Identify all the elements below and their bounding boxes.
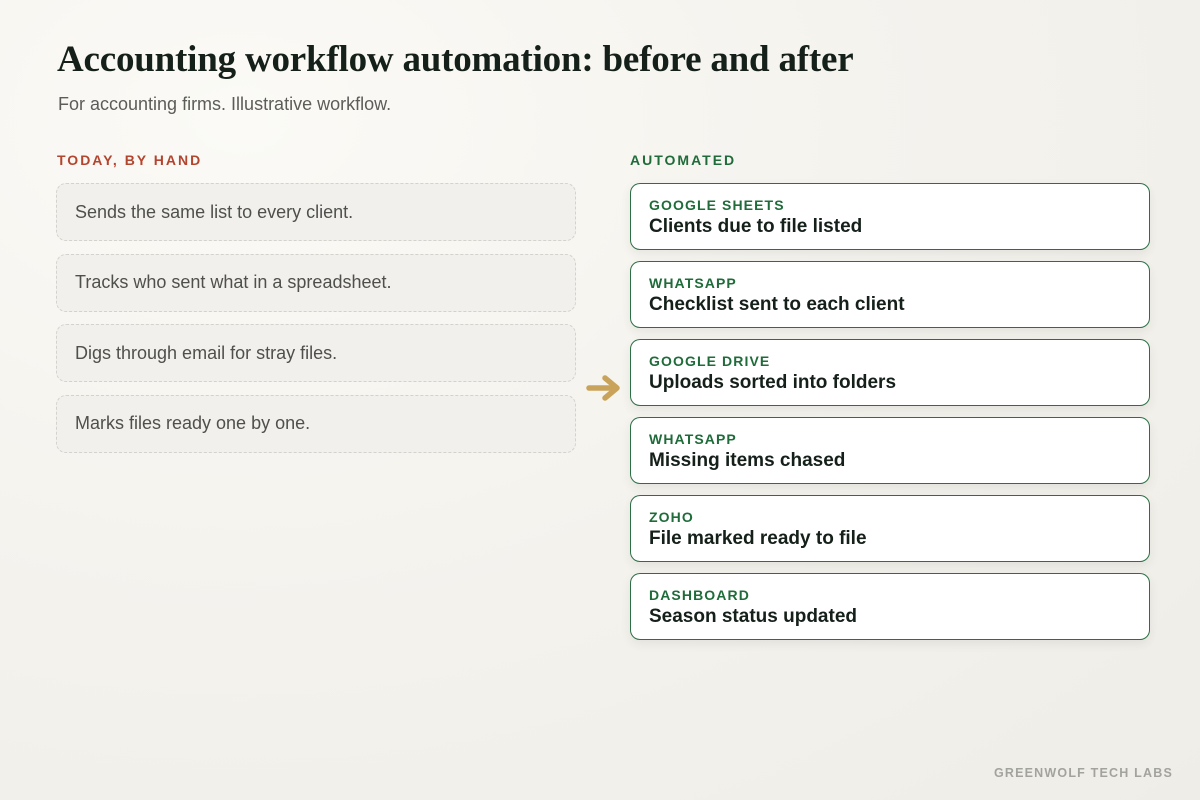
brand-footer: GREENWOLF TECH LABS — [993, 766, 1173, 780]
step-tool-label: GOOGLE DRIVE — [649, 353, 771, 369]
step-description: Season status updated — [649, 606, 857, 627]
manual-column-heading: TODAY, BY HAND — [57, 152, 203, 168]
automated-step-card: WHATSAPP Missing items chased — [630, 417, 1150, 484]
manual-task-text: Tracks who sent what in a spreadsheet. — [75, 272, 392, 293]
automated-step-card: GOOGLE SHEETS Clients due to file listed — [630, 183, 1150, 250]
automated-step-list: GOOGLE SHEETS Clients due to file listed… — [630, 183, 1150, 651]
step-description: Missing items chased — [649, 450, 846, 471]
step-description: Uploads sorted into folders — [649, 372, 897, 393]
automated-step-card: ZOHO File marked ready to file — [630, 495, 1150, 562]
step-tool-label: ZOHO — [649, 509, 694, 525]
step-description: Clients due to file listed — [649, 216, 863, 237]
manual-task-text: Digs through email for stray files. — [75, 342, 338, 363]
manual-task-list: Sends the same list to every client. Tra… — [56, 183, 576, 465]
manual-task-text: Marks files ready one by one. — [75, 413, 311, 434]
step-tool-label: DASHBOARD — [649, 587, 750, 603]
step-description: File marked ready to file — [649, 528, 867, 549]
step-tool-label: GOOGLE SHEETS — [649, 197, 785, 213]
step-tool-label: WHATSAPP — [649, 275, 737, 291]
page-subtitle: For accounting firms. Illustrative workf… — [58, 94, 392, 114]
automated-step-card: DASHBOARD Season status updated — [630, 573, 1150, 640]
arrow-right-icon — [586, 375, 620, 401]
automated-step-card: WHATSAPP Checklist sent to each client — [630, 261, 1150, 328]
manual-task-item: Marks files ready one by one. — [56, 394, 576, 453]
automated-column-heading: AUTOMATED — [630, 152, 737, 168]
page-title: Accounting workflow automation: before a… — [57, 39, 854, 80]
manual-task-item: Tracks who sent what in a spreadsheet. — [56, 253, 576, 312]
manual-task-item: Digs through email for stray files. — [56, 324, 576, 383]
manual-task-text: Sends the same list to every client. — [75, 201, 354, 222]
step-description: Checklist sent to each client — [649, 294, 905, 315]
manual-task-item: Sends the same list to every client. — [56, 183, 576, 241]
automated-step-card: GOOGLE DRIVE Uploads sorted into folders — [630, 339, 1150, 406]
step-tool-label: WHATSAPP — [649, 431, 737, 447]
